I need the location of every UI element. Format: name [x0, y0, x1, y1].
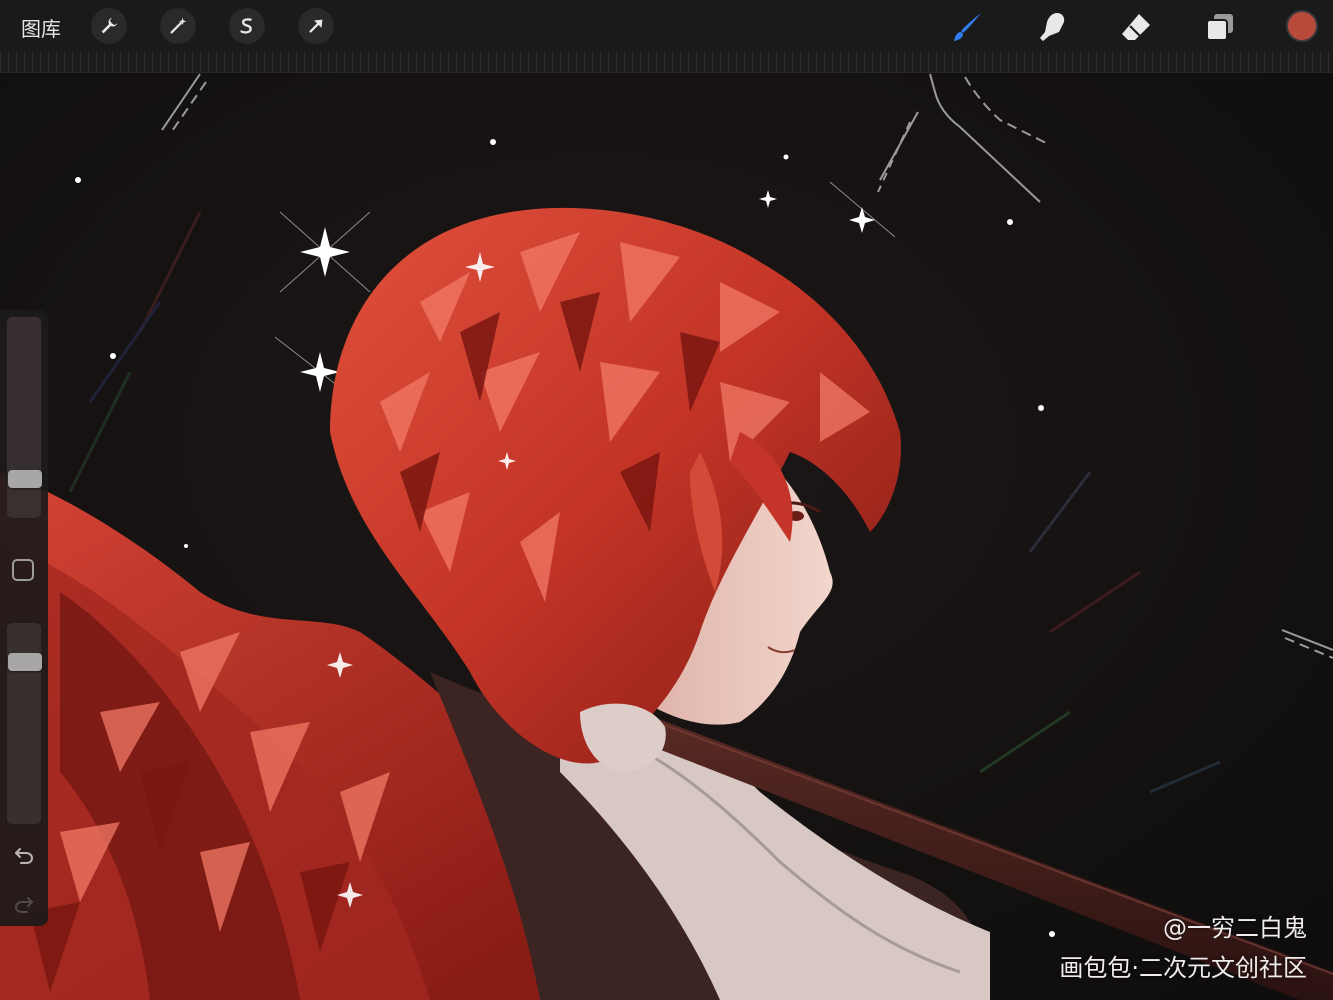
smudge-finger-icon	[1040, 13, 1065, 41]
undo-button[interactable]	[10, 841, 38, 869]
brush-size-thumb[interactable]	[8, 469, 42, 488]
brush-size-slider[interactable]	[6, 316, 42, 519]
watermark-author: @一穷二白鬼	[1163, 914, 1307, 942]
gallery-button[interactable]: 图库	[21, 13, 61, 42]
artwork	[0, 72, 1333, 1000]
canvas-ruler	[0, 52, 1333, 73]
drawing-canvas[interactable]	[0, 72, 1333, 1000]
adjustments-button[interactable]	[160, 8, 196, 44]
undo-arrow-icon	[15, 848, 34, 864]
smudge-tool-button[interactable]	[1032, 7, 1072, 47]
watermark-site: 画包包·二次元文创社区	[1059, 954, 1307, 982]
modify-button[interactable]	[12, 559, 34, 581]
transform-button[interactable]	[298, 8, 334, 44]
actions-button[interactable]	[91, 8, 127, 44]
top-toolbar: 图库	[0, 0, 1333, 52]
procreate-window: 图库 @一穷二白鬼 画包包·二次元文创社区	[0, 0, 1333, 1000]
layers-button[interactable]	[1200, 7, 1240, 47]
layers-icon	[1206, 14, 1233, 41]
selection-button[interactable]	[229, 8, 265, 44]
eraser-tool-button[interactable]	[1116, 7, 1156, 47]
eraser-icon	[1122, 14, 1150, 40]
wrench-icon	[101, 17, 118, 34]
color-picker-button[interactable]	[1286, 10, 1318, 42]
opacity-thumb[interactable]	[8, 653, 42, 672]
brush-tool-button[interactable]	[948, 7, 988, 47]
left-sidebar	[0, 310, 48, 926]
brush-icon	[954, 13, 981, 41]
redo-arrow-icon	[14, 897, 33, 913]
arrow-cursor-icon	[309, 19, 323, 33]
redo-button[interactable]	[10, 890, 38, 918]
opacity-slider[interactable]	[6, 622, 42, 825]
selection-s-icon	[240, 18, 252, 34]
magic-wand-icon	[170, 17, 187, 34]
